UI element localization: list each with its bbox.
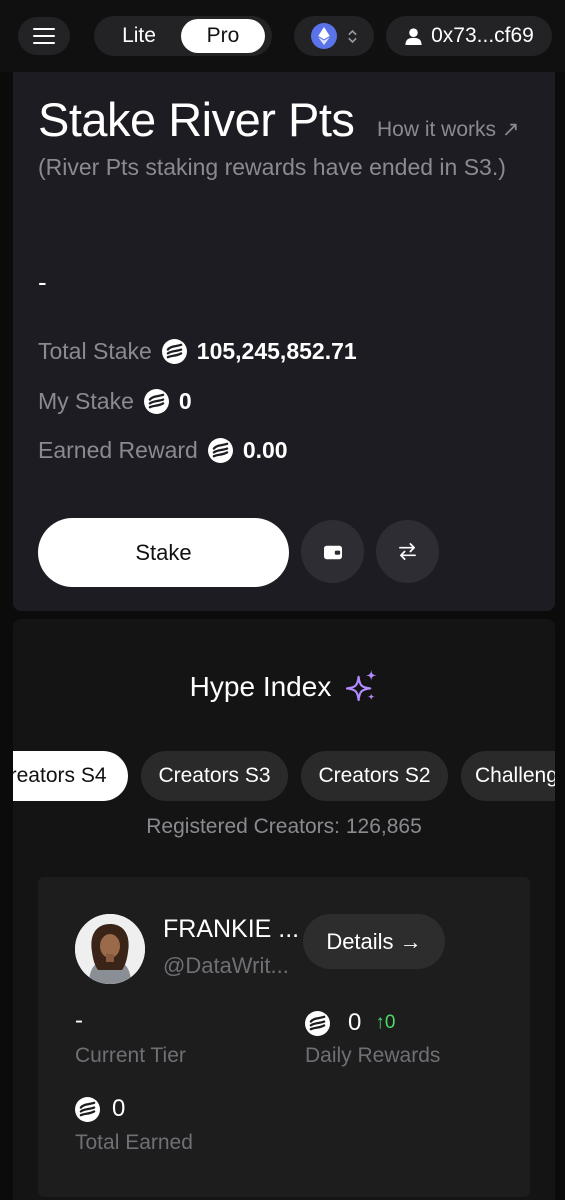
hype-index-title: Hype Index: [189, 670, 332, 702]
total-earned-value: 0: [112, 1095, 126, 1122]
total-stake-label: Total Stake: [38, 338, 152, 364]
river-token-icon: [161, 339, 187, 364]
creator-handle: @DataWrit...: [163, 953, 289, 978]
details-button[interactable]: Details →: [303, 914, 445, 969]
tab-creators-s4[interactable]: Creators S4: [13, 751, 128, 801]
river-token-icon: [75, 1096, 100, 1122]
menu-button[interactable]: [18, 17, 70, 55]
hamburger-icon: [33, 28, 55, 44]
page-title: Stake River Pts: [38, 93, 355, 146]
sparkles-icon: [346, 670, 377, 702]
top-bar: Lite Pro 0x73...cf69: [0, 0, 565, 72]
total-stake-value: 105,245,852.71: [196, 338, 357, 364]
creator-card: FRANKIE ... @DataWrit... Details → - Cur…: [38, 877, 530, 1197]
wallet-account-button[interactable]: 0x73...cf69: [386, 16, 552, 56]
stake-button[interactable]: Stake: [38, 518, 289, 587]
swap-action-button[interactable]: [376, 520, 439, 583]
swap-arrows-icon: [399, 543, 416, 560]
river-token-icon: [207, 438, 233, 463]
wallet-address: 0x73...cf69: [431, 24, 534, 47]
tab-challenges[interactable]: Challeng: [461, 751, 555, 801]
avatar: [75, 914, 145, 984]
tab-creators-s2[interactable]: Creators S2: [301, 751, 448, 801]
hype-tabs: Creators S4 Creators S3 Creators S2 Chal…: [13, 751, 555, 801]
earned-reward-label: Earned Reward: [38, 437, 198, 463]
mode-pro[interactable]: Pro: [181, 19, 265, 53]
mode-lite[interactable]: Lite: [97, 19, 181, 53]
daily-rewards-value-group: 0 ↑0: [305, 1009, 395, 1037]
daily-rewards-change: ↑0: [375, 1012, 396, 1033]
my-stake-row: My Stake 0: [38, 388, 192, 415]
apr-value: -: [38, 267, 47, 297]
earned-reward-value: 0.00: [242, 437, 288, 463]
current-tier-value: -: [75, 1007, 83, 1034]
how-it-works-link[interactable]: How it works ↗: [377, 117, 519, 142]
total-earned-value-group: 0: [75, 1095, 125, 1123]
staking-ended-note: (River Pts staking rewards have ended in…: [38, 154, 506, 180]
daily-rewards-label: Daily Rewards: [305, 1044, 441, 1067]
river-token-icon: [143, 389, 169, 414]
chevron-updown-icon: [347, 29, 357, 43]
ethereum-icon: [310, 23, 337, 49]
current-tier-label: Current Tier: [75, 1044, 186, 1067]
river-token-icon: [305, 1010, 330, 1036]
mode-toggle[interactable]: Lite Pro: [94, 16, 272, 56]
earned-reward-row: Earned Reward 0.00: [38, 437, 288, 464]
hype-index-section: Hype Index Creators S4 Creators S3 Creat…: [13, 619, 555, 1200]
chain-selector[interactable]: [294, 16, 374, 56]
my-stake-value: 0: [178, 388, 192, 414]
registered-creators-count: Registered Creators: 126,865: [146, 815, 422, 838]
my-stake-label: My Stake: [38, 388, 134, 414]
stake-card: Stake River Pts How it works ↗ (River Pt…: [13, 72, 555, 611]
total-earned-label: Total Earned: [75, 1131, 193, 1154]
total-stake-row: Total Stake 105,245,852.71: [38, 338, 357, 365]
creator-name: FRANKIE ...: [163, 915, 300, 943]
user-icon: [405, 27, 422, 45]
tab-creators-s3[interactable]: Creators S3: [141, 751, 288, 801]
daily-rewards-value: 0: [348, 1009, 362, 1036]
hype-index-header: Hype Index: [13, 669, 555, 704]
wallet-icon: [323, 545, 342, 559]
wallet-action-button[interactable]: [301, 520, 364, 583]
